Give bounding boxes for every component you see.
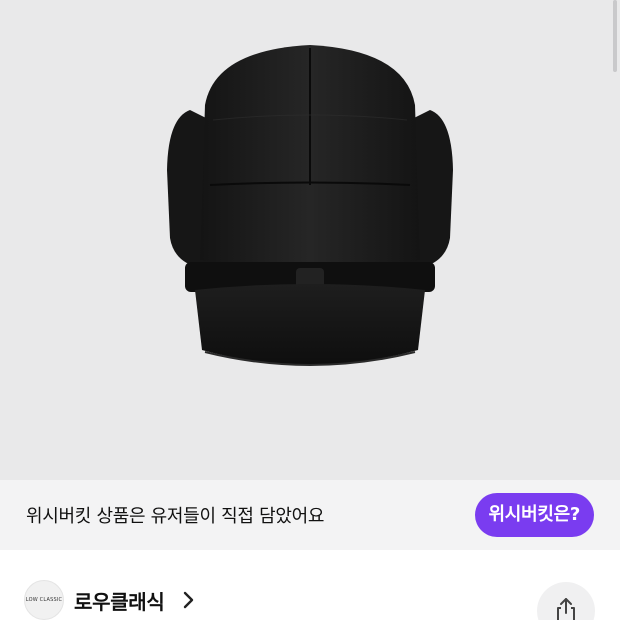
product-page: 위시버킷 상품은 유저들이 직접 담았어요 위시버킷은? LOW CLASSIC…	[0, 0, 620, 620]
banner-text: 위시버킷 상품은 유저들이 직접 담았어요	[26, 506, 325, 527]
black-cap-image	[167, 45, 453, 366]
share-icon	[557, 598, 575, 620]
brand-logo-text: LOW CLASSIC	[25, 597, 63, 603]
wishbucket-info-banner: 위시버킷 상품은 유저들이 직접 담았어요 위시버킷은?	[0, 480, 620, 550]
brand-logo[interactable]: LOW CLASSIC	[24, 580, 64, 620]
chevron-right-icon[interactable]	[181, 588, 197, 612]
wishbucket-info-button[interactable]: 위시버킷은?	[474, 493, 594, 537]
share-button[interactable]	[537, 582, 595, 620]
brand-name-link[interactable]: 로우클래식	[74, 586, 165, 615]
brand-row: LOW CLASSIC 로우클래식	[0, 550, 620, 620]
product-image[interactable]	[0, 0, 620, 480]
scrollbar[interactable]	[613, 0, 617, 72]
